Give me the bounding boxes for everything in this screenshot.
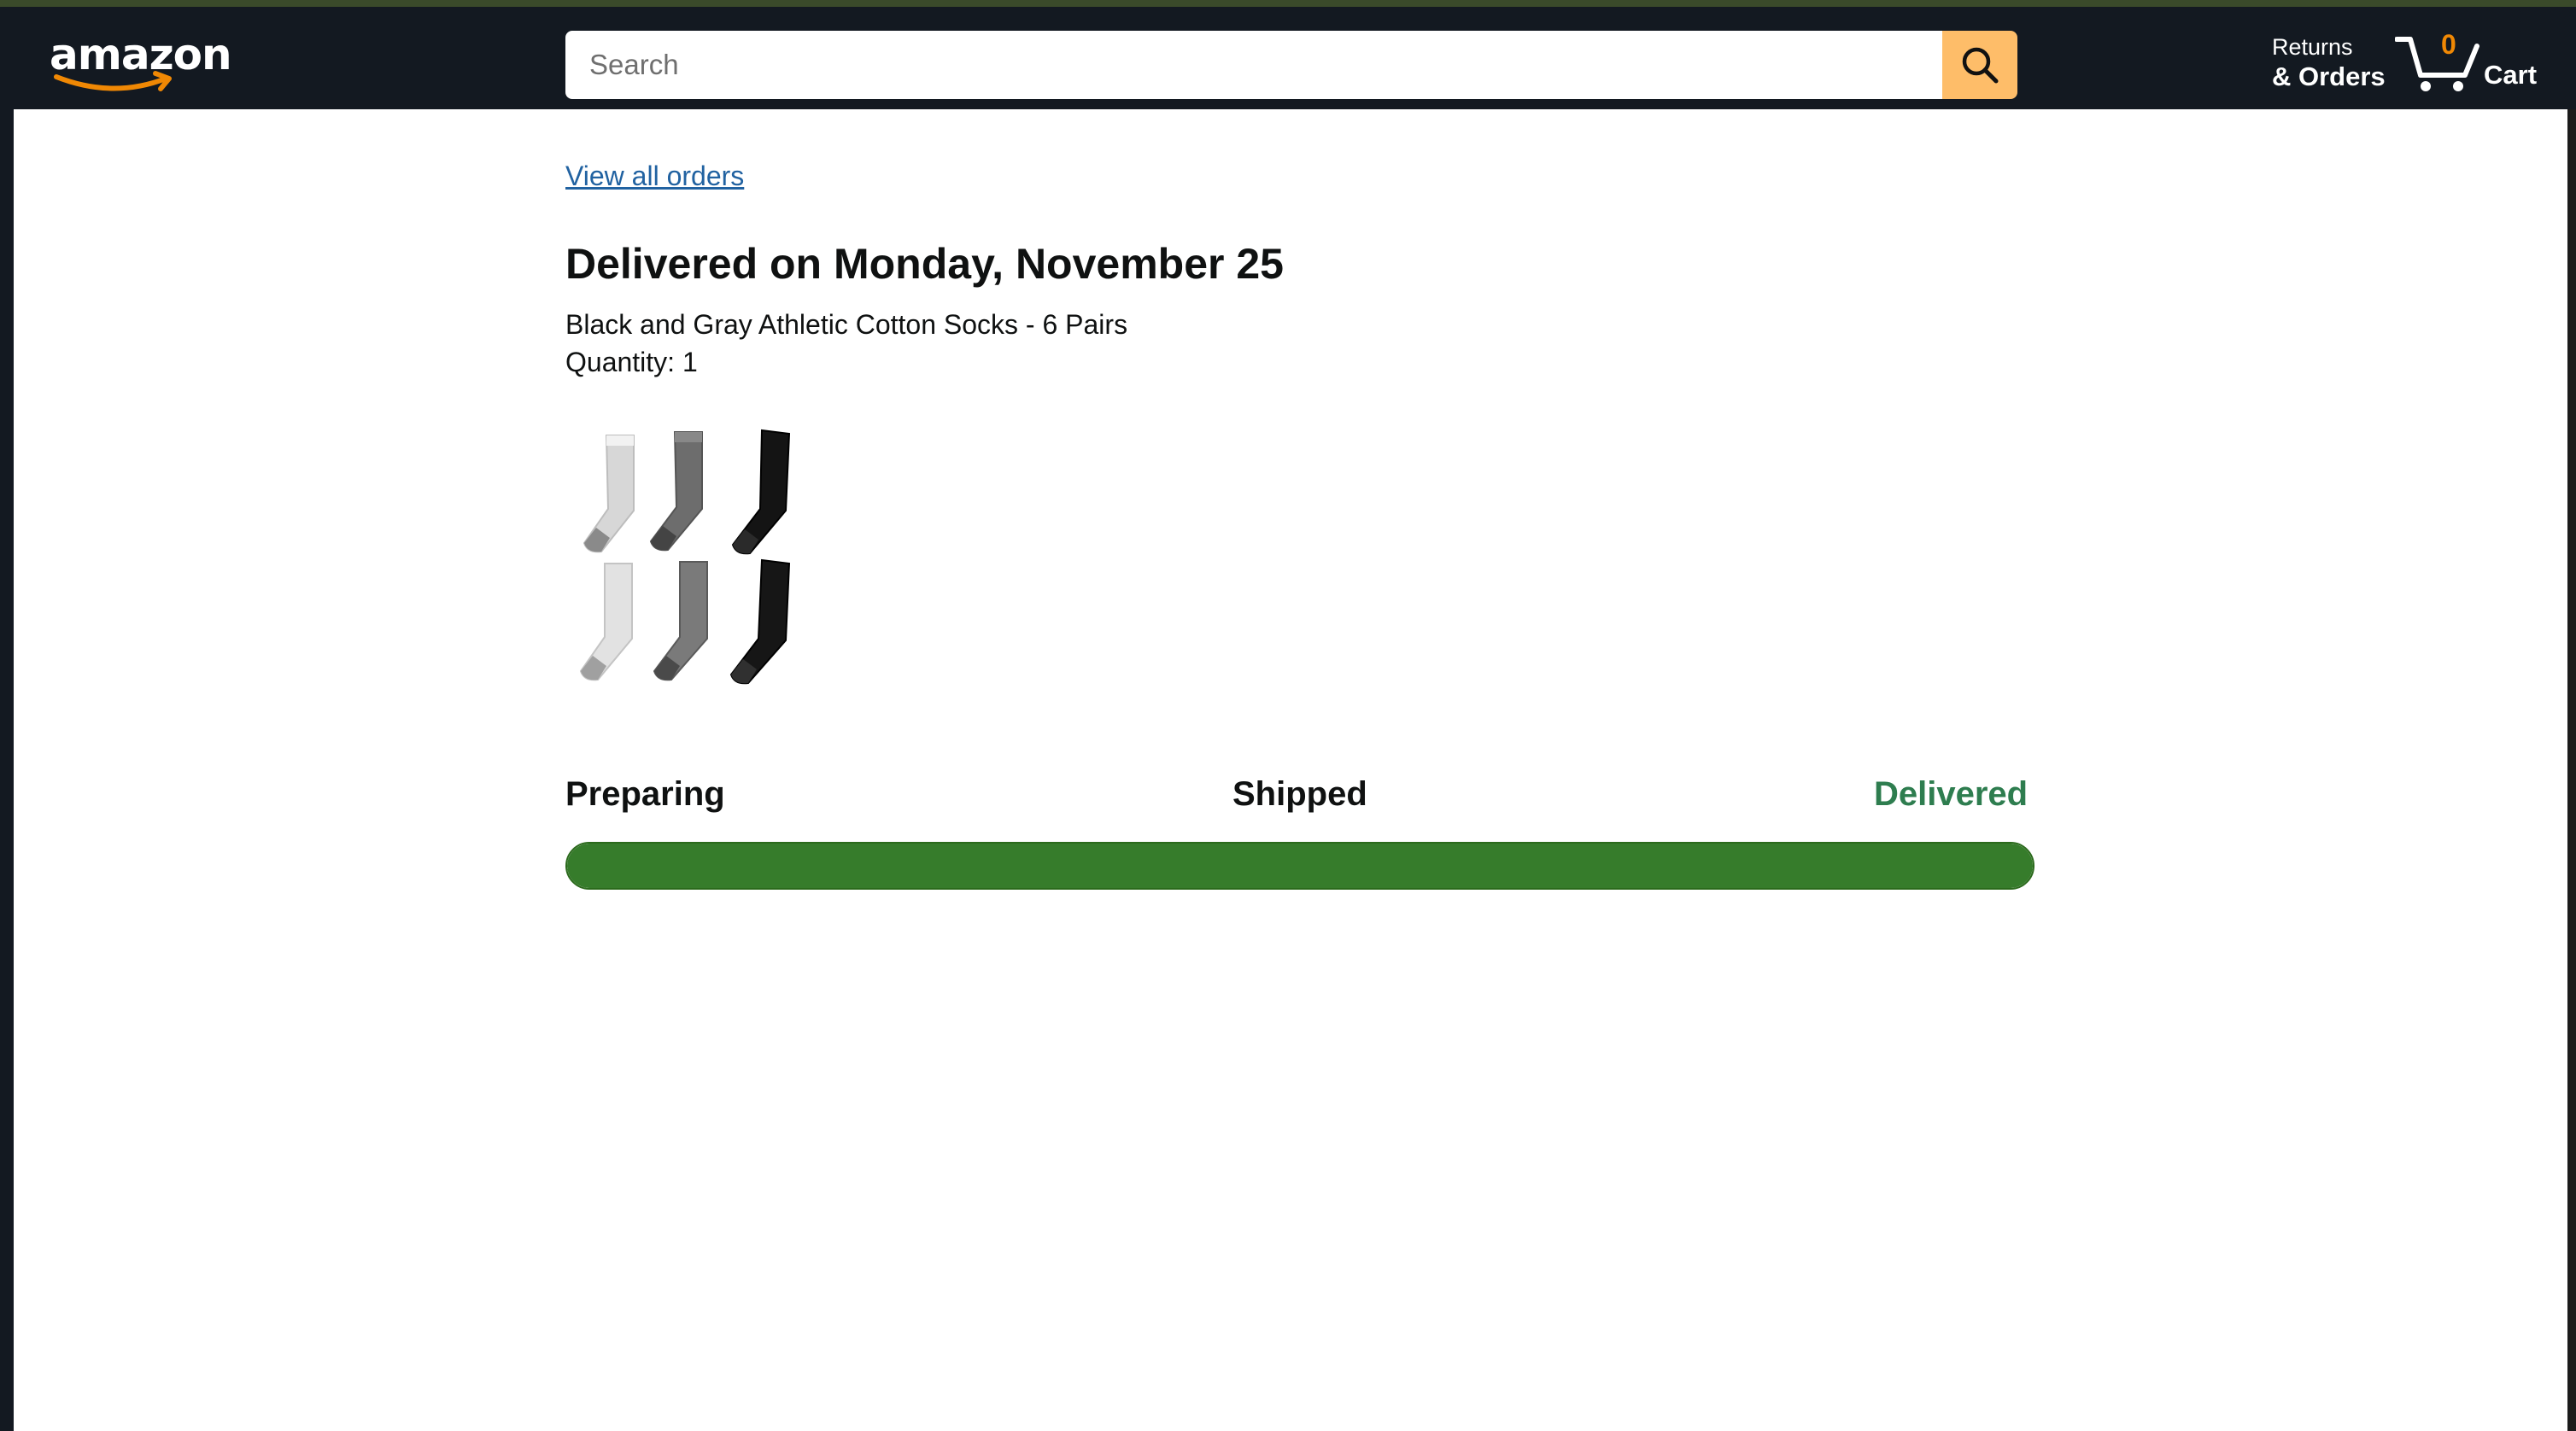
- product-name: Black and Gray Athletic Cotton Socks - 6…: [565, 309, 1128, 340]
- returns-line2: & Orders: [2272, 61, 2386, 91]
- sock-gray-2: [653, 561, 708, 681]
- cart-label: Cart: [2484, 60, 2538, 90]
- delivery-status-title: Delivered on Monday, November 25: [565, 240, 1284, 288]
- sock-gray-1: [649, 431, 703, 552]
- search-button[interactable]: [1942, 31, 2017, 99]
- cart-count-badge: 0: [2441, 29, 2456, 60]
- sock-black-2: [729, 558, 791, 685]
- returns-orders-link[interactable]: Returns & Orders: [2272, 32, 2386, 92]
- tracking-step-shipped: Shipped: [1232, 775, 1367, 813]
- sock-white-1: [583, 435, 635, 553]
- delivery-progress-fill: [567, 844, 2033, 888]
- amazon-logo[interactable]: amazon: [50, 22, 232, 99]
- sock-white-2: [579, 563, 633, 681]
- search-input[interactable]: [565, 31, 1942, 99]
- returns-line1: Returns: [2272, 34, 2353, 60]
- tracking-step-preparing: Preparing: [565, 775, 725, 813]
- cart-icon: [2395, 37, 2479, 91]
- site-header: amazon Returns & Orders 0 Cart: [0, 7, 2576, 109]
- amazon-smile-icon: [54, 71, 172, 91]
- order-details-page: View all orders Delivered on Monday, Nov…: [14, 109, 2567, 1431]
- cart-button[interactable]: 0 Cart: [2395, 29, 2549, 97]
- sock-black-1: [731, 429, 791, 555]
- scrollbar[interactable]: [2567, 109, 2576, 1431]
- tracking-step-delivered: Delivered: [1874, 775, 2029, 813]
- delivery-progress-bar: [565, 842, 2034, 890]
- view-all-orders-link[interactable]: View all orders: [565, 161, 744, 192]
- top-strip: [0, 0, 2576, 7]
- quantity-text: Quantity: 1: [565, 347, 698, 377]
- search-icon: [1962, 47, 1999, 84]
- product-image-socks[interactable]: [565, 425, 813, 690]
